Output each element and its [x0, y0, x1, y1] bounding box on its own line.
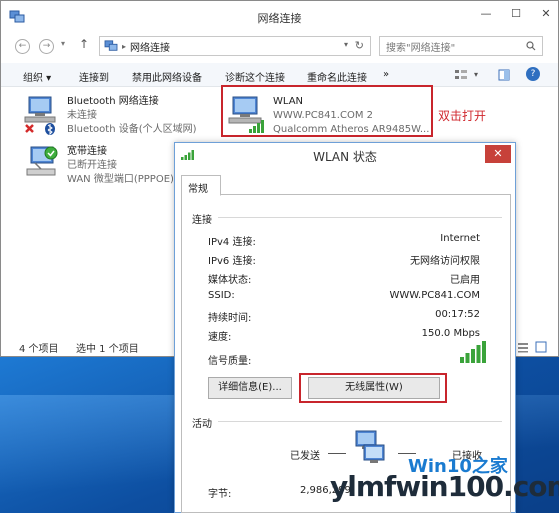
dialog-title: WLAN 状态 — [313, 150, 377, 164]
sent-label: 已发送 — [290, 451, 320, 462]
more-commands-button[interactable]: » — [383, 69, 389, 80]
ssid-value: WWW.PC841.COM — [389, 290, 480, 301]
ssid-label: SSID: — [208, 290, 235, 301]
signal-quality-label: 信号质量: — [208, 356, 252, 367]
preview-pane-icon[interactable] — [498, 69, 510, 81]
activity-computers-icon — [355, 430, 385, 463]
activity-group-divider — [218, 421, 502, 422]
address-dropdown-icon[interactable]: ▾ — [344, 40, 348, 49]
watermark-text: ylmfwin100.com — [330, 470, 559, 503]
sent-line — [328, 453, 346, 454]
dialog-tabs: 常规 — [181, 175, 511, 196]
broadband-connection-icon — [26, 146, 58, 176]
diagnose-button[interactable]: 诊断这个连接 — [225, 69, 285, 84]
view-dropdown-icon[interactable]: ▾ — [474, 70, 478, 79]
duration-label: 持续时间: — [208, 313, 252, 324]
search-icon[interactable] — [526, 41, 536, 51]
connection-group-divider — [218, 217, 502, 218]
maximize-icon[interactable]: ☐ — [510, 7, 522, 20]
refresh-icon[interactable]: ↻ — [355, 39, 364, 52]
media-state-value: 已启用 — [450, 275, 480, 286]
double-click-annotation: 双击打开 — [438, 109, 487, 123]
window-controls: — ☐ ✕ — [480, 7, 552, 20]
search-placeholder: 搜索"网络连接" — [386, 42, 456, 54]
help-icon[interactable]: ? — [526, 67, 540, 81]
duration-value: 00:17:52 — [435, 309, 480, 320]
dialog-close-button[interactable]: ✕ — [485, 145, 511, 163]
dialog-title-bar[interactable]: WLAN 状态 ✕ — [175, 143, 515, 167]
bytes-label: 字节: — [208, 489, 232, 500]
disable-device-button[interactable]: 禁用此网络设备 — [132, 69, 202, 84]
connection-status: 未连接 — [67, 110, 97, 121]
details-button[interactable]: 详细信息(E)... — [208, 377, 292, 399]
ipv4-value: Internet — [440, 233, 480, 244]
search-input[interactable]: 搜索"网络连接" — [379, 36, 543, 56]
wlan-highlight-box — [221, 85, 433, 137]
title-bar[interactable]: 网络连接 — ☐ ✕ — [1, 1, 558, 33]
bluetooth-network-icon — [24, 96, 56, 135]
details-view-icon[interactable] — [517, 341, 529, 353]
window-title: 网络连接 — [257, 12, 302, 25]
breadcrumb-current[interactable]: 网络连接 — [130, 39, 170, 54]
close-icon[interactable]: ✕ — [540, 7, 552, 20]
address-box[interactable]: ▸ 网络连接 ▾ ↻ — [99, 36, 371, 56]
connect-to-button[interactable]: 连接到 — [79, 69, 109, 84]
ipv6-value: 无网络访问权限 — [410, 256, 480, 267]
ipv6-label: IPv6 连接: — [208, 256, 256, 267]
speed-label: 速度: — [208, 332, 232, 343]
organize-button[interactable]: 组织 ▾ — [23, 69, 51, 84]
forward-arrow-icon[interactable]: → — [39, 39, 54, 54]
media-state-label: 媒体状态: — [208, 275, 252, 286]
large-icons-view-icon[interactable] — [535, 341, 547, 353]
up-arrow-icon[interactable]: ↑ — [79, 37, 89, 51]
bluetooth-text: Bluetooth 网络连接 未连接 Bluetooth 设备(个人区域网) — [67, 95, 237, 137]
view-options-icon[interactable] — [454, 69, 468, 81]
connection-group-title: 连接 — [192, 215, 212, 226]
address-bar-row: ← → ▾ ↑ ▸ 网络连接 ▾ ↻ 搜索"网络连接" — [1, 33, 558, 59]
connection-name: Bluetooth 网络连接 — [67, 96, 159, 107]
speed-value: 150.0 Mbps — [421, 328, 480, 339]
tab-general[interactable]: 常规 — [181, 175, 221, 196]
item-count: 4 个项目 — [19, 344, 59, 355]
back-arrow-icon[interactable]: ← — [15, 39, 30, 54]
minimize-icon[interactable]: — — [480, 7, 492, 20]
signal-quality-bars-icon — [460, 341, 486, 363]
wireless-button-highlight-box — [299, 373, 447, 403]
network-folder-icon — [104, 40, 118, 51]
ipv4-label: IPv4 连接: — [208, 237, 256, 248]
selected-count: 选中 1 个项目 — [76, 344, 139, 355]
connection-device: Bluetooth 设备(个人区域网) — [67, 124, 197, 135]
command-bar: 组织 ▾ 连接到 禁用此网络设备 诊断这个连接 重命名此连接 » ▾ ? — [1, 63, 558, 87]
rename-button[interactable]: 重命名此连接 — [307, 69, 367, 84]
breadcrumb-separator-icon: ▸ — [122, 41, 127, 51]
history-dropdown-icon[interactable]: ▾ — [61, 39, 65, 48]
activity-group-title: 活动 — [192, 419, 212, 430]
